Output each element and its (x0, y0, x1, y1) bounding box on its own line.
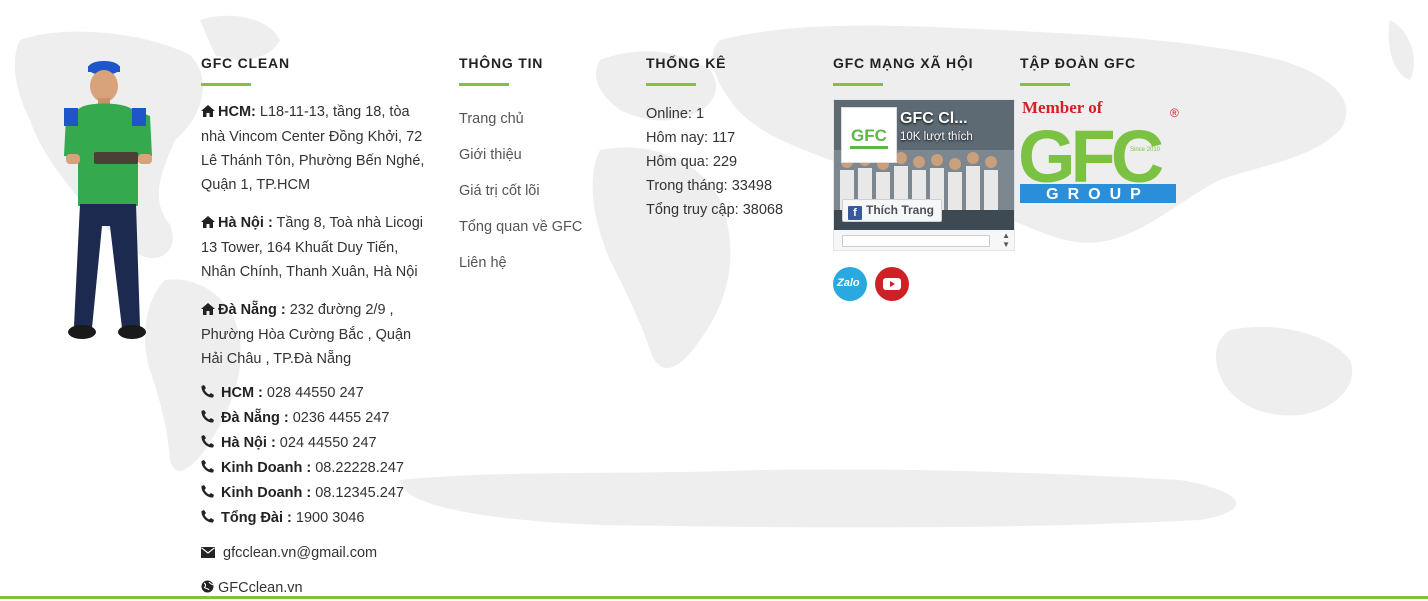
address-hcm: HCM: L18-11-13, tầng 18, tòa nhà Vincom … (201, 100, 436, 197)
phone-list: HCM : 028 44550 247 Đà Nẵng : 0236 4455 … (201, 381, 436, 531)
home-icon (201, 101, 215, 125)
phone-label: Tổng Đài : (221, 510, 292, 526)
email-row[interactable]: gfcclean.vn@gmail.com (201, 541, 436, 566)
address-label: Đà Nẵng : (218, 302, 286, 318)
email-address: gfcclean.vn@gmail.com (223, 545, 378, 561)
info-menu: Trang chủ Giới thiệu Giá trị cốt lõi Tổn… (459, 107, 629, 275)
title-underline (646, 83, 696, 86)
address-label: HCM: (218, 104, 256, 120)
menu-link-overview[interactable]: Tổng quan về GFC (459, 215, 629, 239)
facebook-like-page-button[interactable]: f Thích Trang (842, 199, 943, 222)
envelope-icon (201, 542, 215, 566)
like-button-label: Thích Trang (866, 203, 935, 217)
title-underline (201, 83, 251, 86)
address-label: Hà Nội : (218, 215, 273, 231)
staff-person-illustration (64, 61, 152, 339)
svg-text:GROUP: GROUP (1046, 186, 1150, 203)
phone-label: HCM : (221, 385, 263, 401)
facebook-page-logo: GFC (841, 107, 897, 163)
home-icon (201, 299, 215, 323)
facebook-page-widget[interactable]: GFC GFC Cl... 10K lượt thích f Thích Tran… (833, 99, 1015, 251)
facebook-page-name[interactable]: GFC Cl... (900, 110, 968, 128)
address-hanoi: Hà Nội : Tầng 8, Toà nhà Licogi 13 Tower… (201, 211, 436, 284)
phone-number: 028 44550 247 (262, 385, 364, 401)
phone-icon (201, 482, 215, 506)
visitor-stats: Online: 1 Hôm nay: 117 Hôm qua: 229 Tron… (646, 102, 816, 222)
phone-label: Kinh Doanh : (221, 485, 312, 501)
title-underline (833, 83, 883, 86)
scroll-arrows-icon[interactable]: ▲ ▼ (1002, 231, 1010, 249)
menu-link-contact[interactable]: Liên hệ (459, 251, 629, 275)
globe-icon (201, 577, 215, 601)
facebook-like-count: 10K lượt thích (900, 131, 973, 143)
title-underline (1020, 83, 1070, 86)
phone-number: 1900 3046 (291, 510, 365, 526)
menu-link-about[interactable]: Giới thiệu (459, 143, 629, 167)
phone-row[interactable]: HCM : 028 44550 247 (201, 381, 436, 406)
phone-row[interactable]: Kinh Doanh : 08.22228.247 (201, 456, 436, 481)
footer-column-social: GFC MẠNG XÃ HỘI GFC GFC Cl... 10K lượt t… (833, 0, 1015, 301)
svg-text:Since 2010: Since 2010 (1130, 147, 1161, 153)
phone-label: Kinh Doanh : (221, 460, 312, 476)
footer-column-stats: THỐNG KÊ Online: 1 Hôm nay: 117 Hôm qua:… (646, 0, 816, 222)
address-danang: Đà Nẵng : 232 đường 2/9 , Phường Hòa Cườ… (201, 298, 436, 371)
column-title: THÔNG TIN (459, 55, 544, 71)
home-icon (201, 212, 215, 236)
phone-number: 08.12345.247 (311, 485, 404, 501)
stat-online: Online: 1 (646, 106, 705, 122)
phone-icon (201, 407, 215, 431)
footer-column-gfc-clean: GFC CLEAN HCM: L18-11-13, tầng 18, tòa n… (201, 0, 436, 601)
svg-text:GFC: GFC (851, 126, 887, 145)
website-row[interactable]: GFCclean.vn (201, 576, 436, 601)
phone-row[interactable]: Kinh Doanh : 08.12345.247 (201, 481, 436, 506)
column-title: GFC MẠNG XÃ HỘI (833, 55, 974, 71)
youtube-icon[interactable] (875, 267, 910, 301)
phone-row[interactable]: Hà Nội : 024 44550 247 (201, 431, 436, 456)
stat-total: Tổng truy cập: 38068 (646, 202, 784, 218)
gfc-group-member-logo[interactable]: Member of ® GFC Since 2010 GROUP (1018, 98, 1180, 204)
column-title: GFC CLEAN (201, 55, 290, 71)
facebook-widget-scrollbar[interactable] (842, 235, 990, 247)
zalo-icon[interactable]: Zalo (833, 267, 867, 301)
phone-row[interactable]: Tổng Đài : 1900 3046 (201, 506, 436, 531)
website-link: GFCclean.vn (218, 580, 303, 596)
footer-column-info: THÔNG TIN Trang chủ Giới thiệu Giá trị c… (459, 0, 629, 287)
stat-this-month: Trong tháng: 33498 (646, 178, 773, 194)
facebook-icon: f (848, 206, 862, 220)
phone-number: 024 44550 247 (275, 435, 377, 451)
menu-link-home[interactable]: Trang chủ (459, 107, 629, 131)
title-underline (459, 83, 509, 86)
stat-yesterday: Hôm qua: 229 (646, 154, 738, 170)
menu-link-core-values[interactable]: Giá trị cốt lõi (459, 179, 629, 203)
phone-icon (201, 457, 215, 481)
footer-column-group: TẬP ĐOÀN GFC Member of ® GFC Since 2010 … (1018, 0, 1200, 209)
phone-icon (201, 432, 215, 456)
phone-number: 0236 4455 247 (288, 410, 390, 426)
phone-label: Đà Nẵng : (221, 410, 289, 426)
phone-label: Hà Nội : (221, 435, 276, 451)
phone-row[interactable]: Đà Nẵng : 0236 4455 247 (201, 406, 436, 431)
svg-text:®: ® (1170, 106, 1179, 120)
phone-number: 08.22228.247 (311, 460, 404, 476)
phone-icon (201, 507, 215, 531)
column-title: THỐNG KÊ (646, 55, 727, 71)
social-icons: Zalo (833, 267, 1013, 301)
stat-today: Hôm nay: 117 (646, 130, 736, 146)
column-title: TẬP ĐOÀN GFC (1020, 55, 1136, 71)
phone-icon (201, 382, 215, 406)
